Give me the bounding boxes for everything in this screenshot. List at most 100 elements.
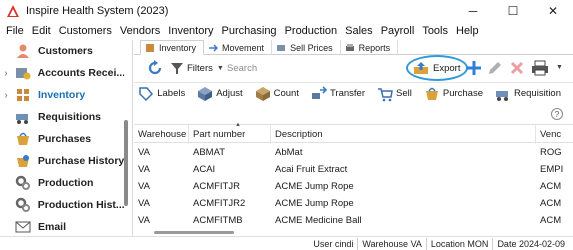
tab-reports[interactable]: Reports — [341, 40, 399, 55]
tab-sell-prices[interactable]: Sell Prices — [272, 40, 341, 55]
menu-vendors[interactable]: Vendors — [116, 25, 164, 37]
table-row[interactable]: VA ACAI Acai Fruit Extract EMPI — [134, 161, 573, 178]
cell-warehouse: VA — [138, 147, 150, 158]
adjust-button[interactable]: Adjust — [197, 86, 243, 102]
labels-button[interactable]: Labels — [138, 86, 185, 102]
table-row[interactable]: VA ACMFITJR ACME Jump Rope ACM — [134, 178, 573, 195]
edit-icon[interactable] — [486, 59, 504, 77]
sidebar-item-inventory[interactable]: › Inventory — [0, 84, 124, 106]
sell-icon — [377, 86, 393, 102]
cell-warehouse: VA — [138, 164, 150, 175]
labels-icon — [138, 86, 154, 102]
production-icon — [14, 174, 32, 192]
customers-icon — [14, 42, 32, 60]
window-title: Inspire Health System (2023) — [26, 5, 169, 17]
help-icon[interactable]: ? — [551, 108, 563, 120]
cell-part-number: ABMAT — [193, 147, 226, 158]
requisition-icon — [495, 86, 511, 102]
cell-description: ACME Jump Rope — [275, 181, 354, 192]
cell-part-number: ACAI — [193, 164, 216, 175]
main-pane: Inventory Movement Sell Prices Reports F… — [134, 40, 573, 236]
menu-production[interactable]: Production — [281, 25, 342, 37]
sidebar-item-label: Customers — [38, 45, 93, 57]
menu-customers[interactable]: Customers — [55, 25, 116, 37]
status-warehouse: Warehouse VA — [357, 237, 426, 250]
sidebar-item-label: Email — [38, 221, 67, 233]
minimize-button[interactable]: ─ — [453, 0, 493, 22]
search-input[interactable] — [223, 62, 393, 74]
export-button[interactable]: Export — [413, 58, 461, 78]
menu-help[interactable]: Help — [452, 25, 483, 37]
tab-label: Sell Prices — [290, 42, 333, 53]
tab-inventory[interactable]: Inventory — [140, 40, 205, 55]
sidebar-scrollbar[interactable] — [124, 120, 128, 206]
sidebar-item-email[interactable]: Email — [0, 216, 124, 236]
column-header-warehouse[interactable]: Warehouse — [134, 125, 189, 144]
menu-inventory[interactable]: Inventory — [164, 25, 217, 37]
action-label: Transfer — [329, 88, 366, 99]
column-header-description[interactable]: Description — [271, 125, 536, 144]
menu-file[interactable]: File — [2, 25, 28, 37]
menu-purchasing[interactable]: Purchasing — [218, 25, 281, 37]
maximize-button[interactable]: ☐ — [493, 0, 533, 22]
menu-tools[interactable]: Tools — [418, 25, 452, 37]
status-bar: User cindi Warehouse VA Location MON Dat… — [0, 236, 573, 250]
sidebar-item-accounts-receivable[interactable]: › Accounts Recei... — [0, 62, 124, 84]
delete-icon[interactable] — [508, 59, 526, 77]
count-icon — [255, 86, 271, 102]
purchase-icon — [424, 86, 440, 102]
help-row: ? — [134, 106, 573, 122]
sidebar-item-label: Production — [38, 177, 94, 189]
purchase-button[interactable]: Purchase — [424, 86, 483, 102]
movement-icon — [208, 43, 219, 53]
print-caret-icon[interactable]: ▼ — [556, 64, 563, 71]
expand-chevron-icon[interactable]: › — [0, 90, 12, 101]
cell-description: Acai Fruit Extract — [275, 164, 348, 175]
action-toolbar: Labels Adjust Count Transfer Sell Purcha… — [134, 82, 573, 104]
close-button[interactable]: ✕ — [533, 0, 573, 22]
sell-button[interactable]: Sell — [377, 86, 412, 102]
menu-sales[interactable]: Sales — [341, 25, 377, 37]
sidebar-item-purchases[interactable]: Purchases — [0, 128, 124, 150]
action-label: Adjust — [216, 88, 243, 99]
menu-payroll[interactable]: Payroll — [377, 25, 419, 37]
reports-icon — [345, 43, 355, 53]
transfer-button[interactable]: Transfer — [311, 85, 366, 102]
column-header-vendor[interactable]: Venc — [536, 125, 573, 144]
title-bar: Inspire Health System (2023) ─ ☐ ✕ — [0, 0, 573, 22]
adjust-icon — [197, 86, 213, 102]
sidebar-item-production[interactable]: Production — [0, 172, 124, 194]
purchase-history-icon — [14, 152, 32, 170]
count-button[interactable]: Count — [255, 86, 299, 102]
expand-chevron-icon[interactable]: › — [0, 68, 12, 79]
sidebar-item-customers[interactable]: Customers — [0, 40, 124, 62]
filters-dropdown[interactable]: Filters ▼ — [170, 61, 224, 75]
refresh-icon[interactable] — [146, 59, 164, 77]
column-header-part-number[interactable]: ▲ Part number — [189, 122, 271, 144]
filter-icon — [170, 61, 184, 75]
production-history-icon — [14, 196, 32, 214]
cell-vendor: EMPI — [540, 164, 564, 175]
table-row[interactable]: VA ABMAT AbMat ROG — [134, 144, 573, 161]
sidebar-item-production-history[interactable]: Production Hist... — [0, 194, 124, 216]
menu-edit[interactable]: Edit — [28, 25, 55, 37]
sidebar-item-label: Purchase History — [37, 155, 124, 167]
horizontal-scrollbar[interactable] — [154, 231, 234, 234]
add-icon[interactable] — [465, 59, 483, 77]
table-row[interactable]: VA ACMFITMB ACME Medicine Ball ACM — [134, 212, 573, 229]
cell-warehouse: VA — [138, 215, 150, 226]
cell-part-number: ACMFITJR2 — [193, 198, 246, 209]
cell-description: AbMat — [275, 147, 303, 158]
inventory-tab-icon — [145, 43, 155, 53]
requisition-button[interactable]: Requisition — [495, 86, 561, 102]
tab-movement[interactable]: Movement — [204, 40, 273, 55]
sidebar-item-label: Purchases — [38, 133, 92, 145]
print-icon[interactable] — [531, 59, 549, 77]
table-row[interactable]: VA ACMFITJR2 ACME Jump Rope ACM — [134, 195, 573, 212]
cell-description: ACME Medicine Ball — [275, 215, 362, 226]
cell-vendor: ACM — [540, 198, 562, 209]
sidebar-item-purchase-history[interactable]: Purchase History — [0, 150, 124, 172]
cell-warehouse: VA — [138, 198, 150, 209]
sidebar-item-requisitions[interactable]: Requisitions — [0, 106, 124, 128]
requisitions-icon — [14, 108, 32, 126]
